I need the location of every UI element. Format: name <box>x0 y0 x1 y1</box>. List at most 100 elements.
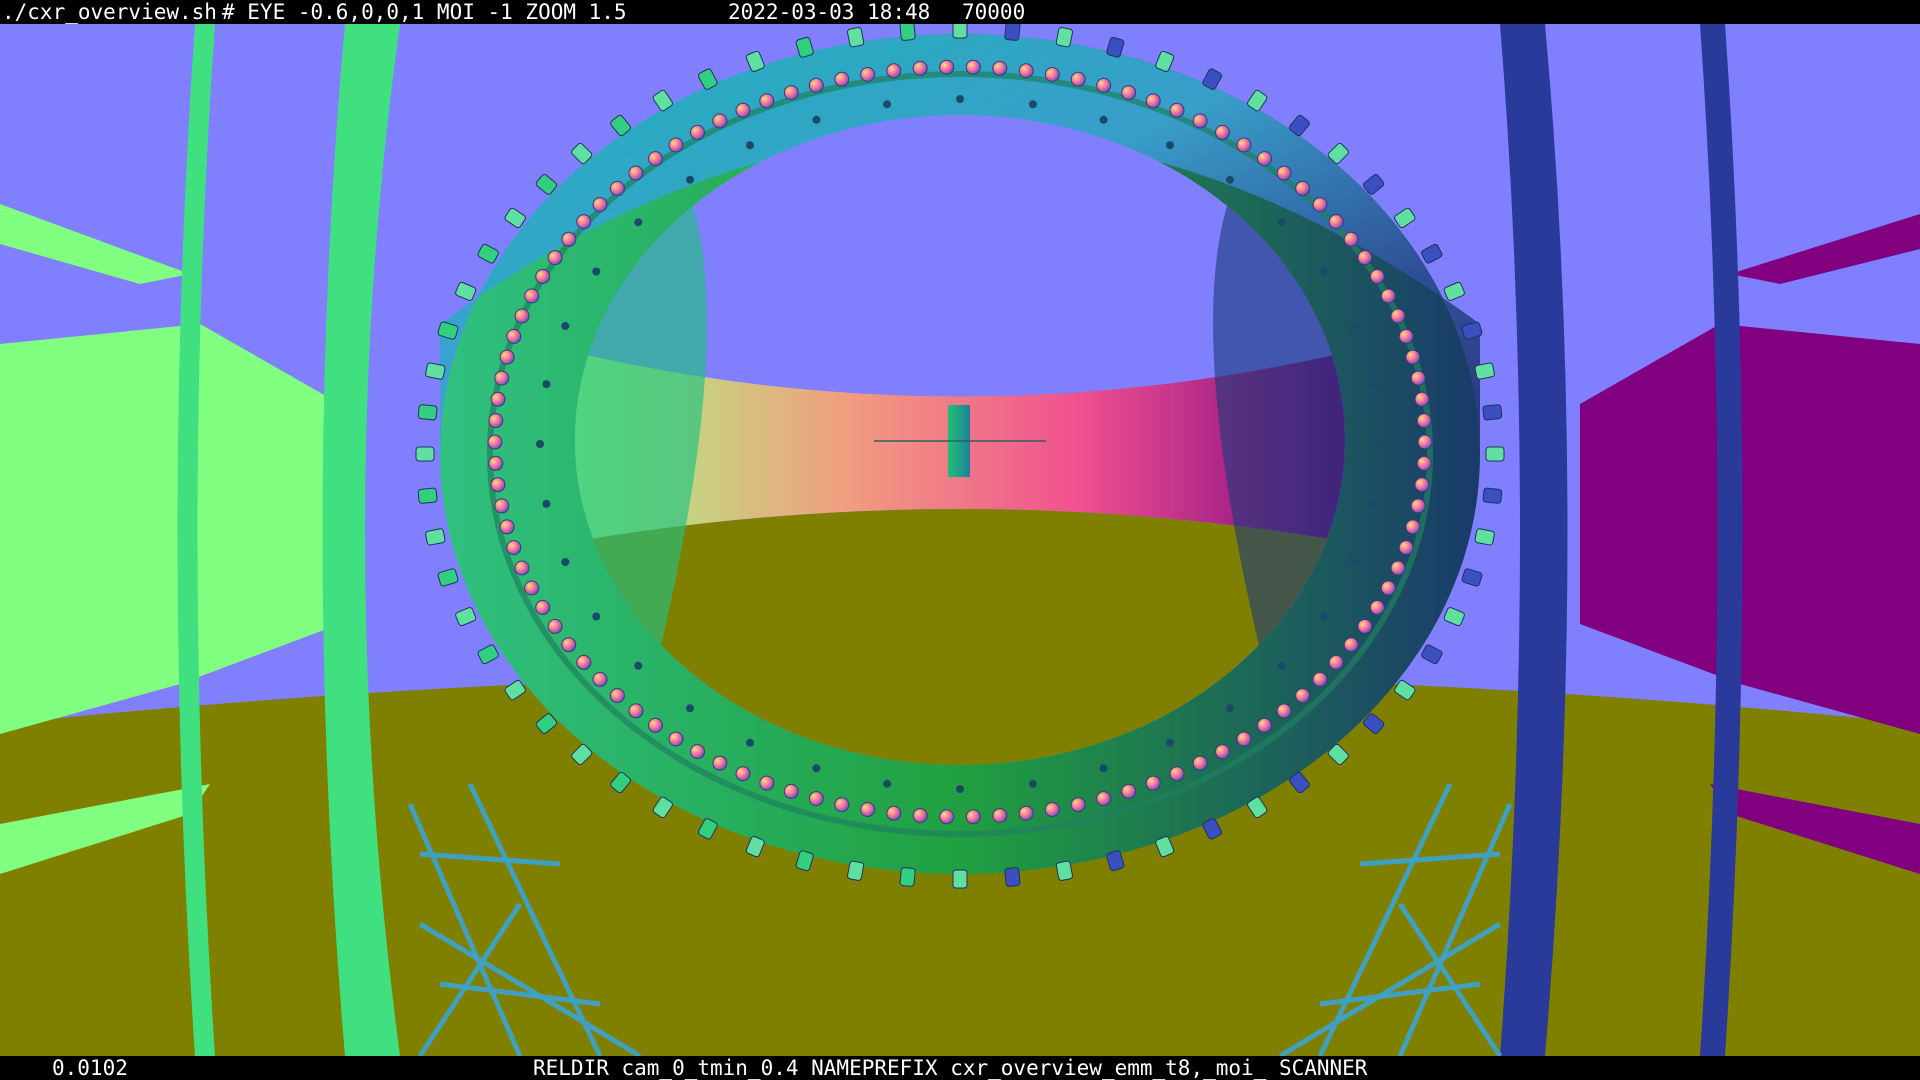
pmt-bead <box>576 214 592 230</box>
ring-tick <box>1099 764 1108 773</box>
support-module <box>425 362 446 380</box>
pmt-bead <box>609 180 625 196</box>
pmt-bead <box>628 703 644 719</box>
pmt-bead <box>1257 717 1272 733</box>
pmt-bead <box>535 600 551 615</box>
support-module <box>415 446 435 462</box>
pmt-bead <box>912 808 928 824</box>
pmt-bead <box>1096 791 1112 807</box>
ring-tick <box>1277 661 1286 670</box>
pmt-bead <box>1121 783 1137 799</box>
ring-tick <box>1166 738 1174 747</box>
support-module <box>425 528 446 546</box>
pmt-bead <box>992 60 1008 76</box>
pmt-bead <box>524 288 540 304</box>
pmt-bead <box>735 102 751 118</box>
pmt-bead <box>488 413 504 429</box>
ring-tick <box>746 141 754 150</box>
pmt-bead <box>783 783 799 799</box>
reldir-info: RELDIR cam_0_tmin_0.4 NAMEPREFIX cxr_ove… <box>533 1056 1368 1080</box>
pmt-bead <box>514 560 530 576</box>
pmt-bead <box>1192 755 1208 771</box>
pmt-bead <box>547 250 563 266</box>
pmt-bead <box>1257 151 1272 167</box>
pmt-bead <box>1390 308 1406 324</box>
pmt-bead <box>965 809 981 825</box>
pmt-bead <box>1380 580 1396 596</box>
pmt-bead <box>1417 434 1433 450</box>
pmt-bead <box>494 370 510 386</box>
pmt-bead <box>690 124 705 140</box>
ring-tick <box>536 440 544 448</box>
support-module <box>1482 404 1503 421</box>
pmt-bead <box>1416 413 1432 429</box>
pmt-bead <box>628 165 644 181</box>
pmt-bead <box>499 519 515 535</box>
pmt-bead <box>965 59 981 75</box>
pmt-bead <box>1405 519 1421 535</box>
pmt-bead <box>1369 269 1385 284</box>
pmt-bead <box>1390 560 1406 576</box>
pmt-bead <box>561 637 577 653</box>
ring-tick <box>1028 779 1037 788</box>
pmt-bead <box>783 85 799 101</box>
pmt-bead <box>1236 137 1252 153</box>
pmt-bead <box>490 477 506 493</box>
pmt-bead <box>712 113 728 129</box>
support-module <box>1055 27 1073 48</box>
ring-tick <box>1319 267 1328 276</box>
pmt-bead <box>506 540 522 556</box>
timing-value: 0.0102 <box>52 1056 128 1080</box>
support-module <box>1004 24 1021 41</box>
pmt-bead <box>1328 654 1344 670</box>
pmt-bead <box>939 809 955 825</box>
pmt-bead <box>1096 77 1112 93</box>
pmt-bead <box>1295 688 1311 704</box>
pmt-bead <box>1169 102 1185 118</box>
ring-tick <box>1028 100 1037 109</box>
pmt-bead <box>524 580 540 596</box>
ring-tick <box>1226 175 1234 184</box>
pmt-bead <box>1145 93 1161 109</box>
pmt-bead <box>1343 637 1359 653</box>
pmt-bead <box>592 671 608 687</box>
pmt-bead <box>912 60 928 76</box>
pmt-bead <box>1398 328 1414 344</box>
pmt-bead <box>1169 766 1185 782</box>
ring-tick <box>1350 322 1359 330</box>
ring-tick <box>883 779 892 788</box>
pmt-bead <box>648 717 663 733</box>
pmt-bead <box>1414 477 1430 493</box>
ring-tick <box>561 558 570 566</box>
ring-tick <box>956 95 964 103</box>
pmt-bead <box>886 805 902 821</box>
pmt-bead <box>1414 391 1430 407</box>
ring-tick <box>1376 440 1384 448</box>
ring-tick <box>812 115 821 124</box>
pmt-bead <box>1018 63 1034 79</box>
pmt-bead <box>668 731 684 747</box>
pmt-bead <box>494 498 510 514</box>
pmt-bead <box>1192 113 1208 129</box>
render-window: ./cxr_overview.sh # EYE -0.6,0,0,1 MOI -… <box>0 0 1920 1080</box>
support-module <box>1474 528 1495 546</box>
pmt-bead <box>668 137 684 153</box>
pmt-bead <box>939 59 955 75</box>
ring-tick <box>1099 115 1108 124</box>
pmt-bead <box>1343 231 1359 247</box>
ring-tick <box>746 738 754 747</box>
pmt-bead <box>1405 349 1421 365</box>
pmt-bead <box>808 791 824 807</box>
pmt-bead <box>648 151 663 167</box>
pmt-bead <box>834 797 850 813</box>
ring-tick <box>1350 558 1359 566</box>
bottom-status-bar: 0.0102 RELDIR cam_0_tmin_0.4 NAMEPREFIX … <box>0 1056 1920 1080</box>
detector-render <box>0 24 1920 1056</box>
ring-tick <box>542 499 551 508</box>
pmt-bead <box>1145 775 1161 791</box>
pmt-bead <box>1236 731 1252 747</box>
pmt-bead <box>1357 618 1373 634</box>
pmt-bead <box>860 67 876 82</box>
render-viewport[interactable] <box>0 24 1920 1056</box>
pmt-bead <box>1070 797 1086 813</box>
